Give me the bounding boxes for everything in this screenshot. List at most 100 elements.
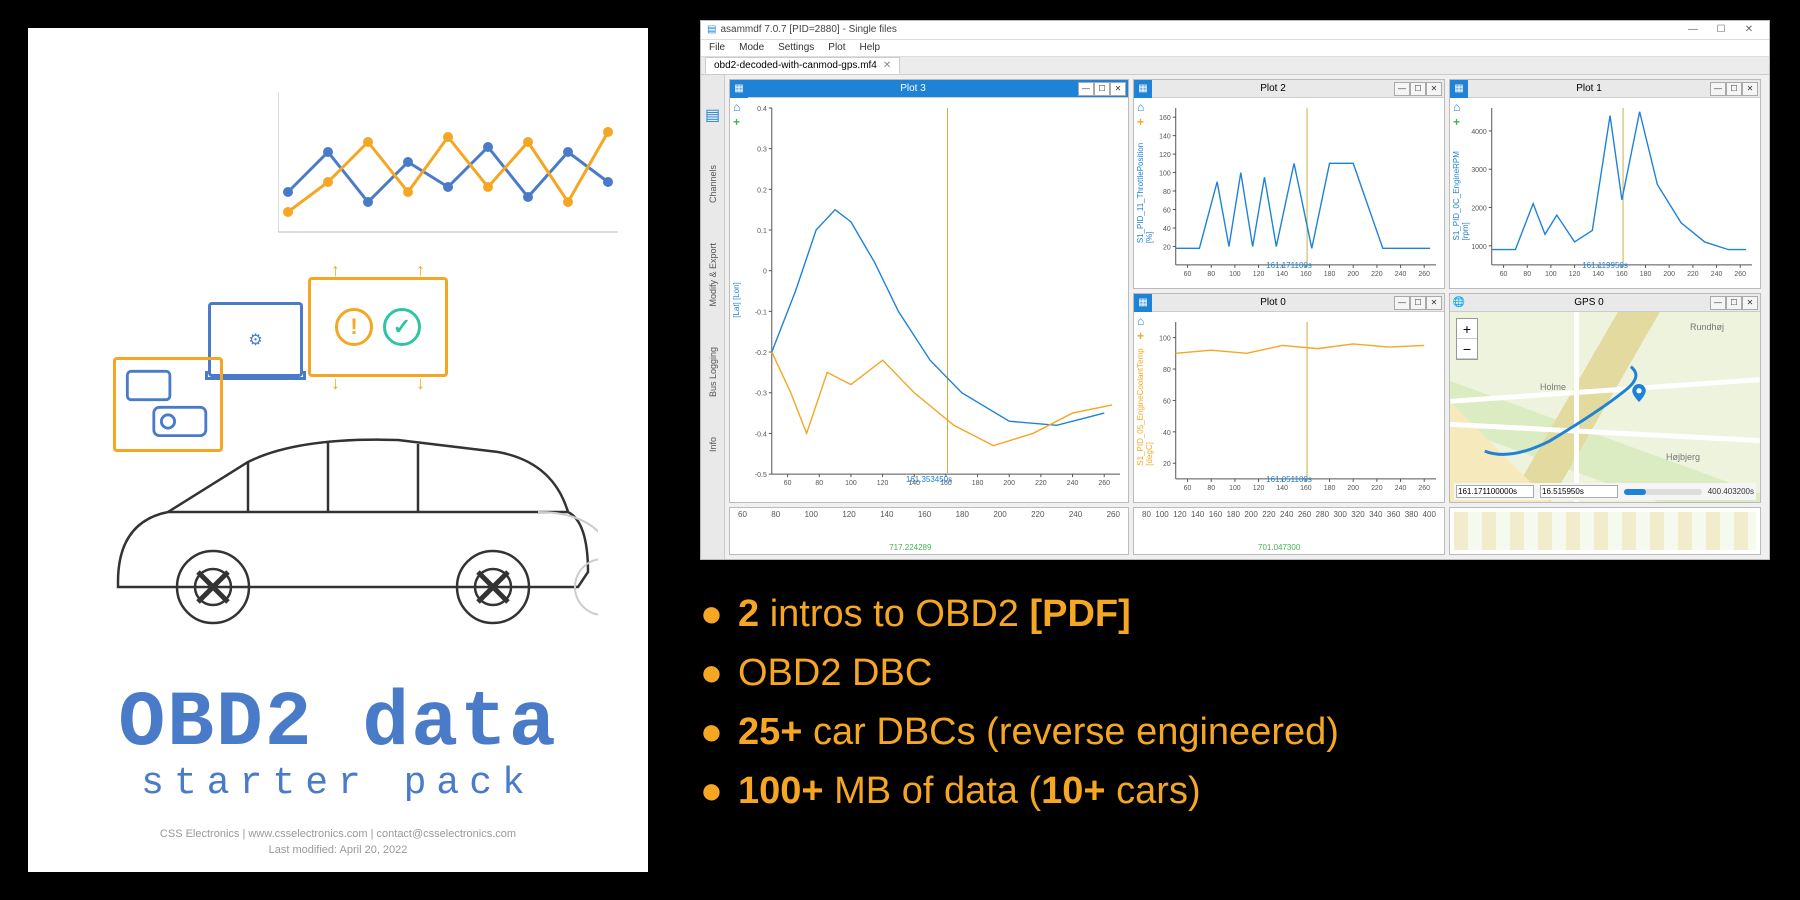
svg-text:20: 20	[1163, 244, 1171, 251]
zoom-out-button[interactable]: −	[1457, 339, 1477, 359]
zoom-in-button[interactable]: +	[1457, 319, 1477, 339]
close-icon[interactable]: ✕	[883, 60, 891, 71]
panel-minimize-button[interactable]: —	[1394, 296, 1410, 310]
gps-time-cursor-input[interactable]	[1540, 485, 1618, 498]
add-icon[interactable]: +	[1137, 330, 1144, 342]
svg-text:100: 100	[1159, 336, 1171, 343]
home-icon[interactable]: ⌂	[733, 101, 740, 113]
overview-thumb-c[interactable]	[1449, 507, 1761, 555]
overview-thumb-a[interactable]: 6080100120140160180200220240260 717.2242…	[729, 507, 1129, 555]
svg-text:100: 100	[1159, 171, 1171, 178]
svg-text:100: 100	[845, 480, 857, 487]
window-titlebar[interactable]: ▤ asammdf 7.0.7 [PID=2880] - Single file…	[701, 21, 1769, 40]
plot1-canvas[interactable]: ⌂+ S1_PID_0C_EngineRPM [rpm] 60801001201…	[1450, 98, 1760, 288]
svg-text:60: 60	[1184, 271, 1192, 278]
checkmark-icon: ✓	[383, 308, 421, 346]
cursor-readout: 161.171100s	[1266, 261, 1312, 270]
sidebar-item-bus-logging[interactable]: Bus Logging	[708, 347, 718, 397]
window-minimize-button[interactable]: —	[1679, 24, 1707, 35]
file-tab[interactable]: obd2-decoded-with-canmod-gps.mf4 ✕	[705, 57, 900, 74]
menu-plot[interactable]: Plot	[828, 42, 845, 53]
svg-text:140: 140	[1276, 485, 1288, 492]
svg-text:3000: 3000	[1471, 167, 1487, 174]
svg-text:60: 60	[1163, 398, 1171, 405]
svg-text:60: 60	[1184, 485, 1192, 492]
feature-bullets: 2 intros to OBD2 [PDF] OBD2 DBC 25+ car …	[700, 585, 1339, 821]
svg-text:140: 140	[1276, 271, 1288, 278]
svg-text:260: 260	[1418, 271, 1430, 278]
panel-grid-icon[interactable]: ▦	[1134, 80, 1152, 98]
panel-minimize-button[interactable]: —	[1394, 82, 1410, 96]
panel-header-plot2[interactable]: ▦ Plot 2 —☐✕	[1134, 80, 1444, 98]
svg-text:0.1: 0.1	[757, 228, 767, 235]
gps-time-start-input[interactable]	[1456, 485, 1534, 498]
svg-text:180: 180	[972, 480, 984, 487]
svg-text:120: 120	[1253, 485, 1265, 492]
panel-minimize-button[interactable]: —	[1710, 82, 1726, 96]
panel-minimize-button[interactable]: —	[1078, 82, 1094, 96]
panel-maximize-button[interactable]: ☐	[1410, 296, 1426, 310]
svg-text:240: 240	[1067, 480, 1079, 487]
svg-text:240: 240	[1395, 271, 1407, 278]
panel-header-plot3[interactable]: ▦ Plot 3 — ☐ ✕	[730, 80, 1128, 98]
panel-close-button[interactable]: ✕	[1426, 296, 1442, 310]
sidebar-item-channels[interactable]: Channels	[708, 165, 718, 203]
panel-close-button[interactable]: ✕	[1742, 82, 1758, 96]
bullet-item: 100+ MB of data (10+ cars)	[700, 762, 1339, 821]
add-icon[interactable]: +	[1453, 116, 1460, 128]
panel-maximize-button[interactable]: ☐	[1726, 296, 1742, 310]
plot3-canvas[interactable]: ⌂ + [Lat] [Lon] 608010012014016018020022…	[730, 98, 1128, 502]
panel-header-plot0[interactable]: ▦ Plot 0 —☐✕	[1134, 294, 1444, 312]
panel-close-button[interactable]: ✕	[1742, 296, 1758, 310]
home-icon[interactable]: ⌂	[1453, 101, 1460, 113]
panel-grid-icon[interactable]: ▦	[1450, 80, 1468, 98]
menu-mode[interactable]: Mode	[739, 42, 764, 53]
globe-icon[interactable]: 🌐	[1450, 294, 1468, 312]
menu-file[interactable]: File	[709, 42, 725, 53]
panel-grid-icon[interactable]: ▦	[1134, 294, 1152, 312]
plot0-canvas[interactable]: ⌂+ S1_PID_05_EngineCoolantTemp [degC] 60…	[1134, 312, 1444, 502]
svg-text:200: 200	[1347, 271, 1359, 278]
svg-text:100: 100	[1545, 271, 1557, 278]
panel-maximize-button[interactable]: ☐	[1094, 82, 1110, 96]
gps-map[interactable]: Rundhøj Holme Højbjerg + −	[1450, 312, 1760, 502]
panel-header-gps[interactable]: 🌐 GPS 0 —☐✕	[1450, 294, 1760, 312]
map-pin-icon	[1630, 384, 1648, 402]
svg-text:140: 140	[1159, 134, 1171, 141]
svg-text:100: 100	[1229, 271, 1241, 278]
add-icon[interactable]: +	[1137, 116, 1144, 128]
panel-close-button[interactable]: ✕	[1426, 82, 1442, 96]
cover-illustration: ↑ ↑ ↓ ↓ ! ✓ ⚙	[58, 52, 618, 694]
thumb-cursor: 717.224289	[889, 543, 931, 552]
panel-maximize-button[interactable]: ☐	[1410, 82, 1426, 96]
menu-help[interactable]: Help	[860, 42, 881, 53]
menu-settings[interactable]: Settings	[778, 42, 814, 53]
svg-text:60: 60	[784, 480, 792, 487]
svg-text:60: 60	[1500, 271, 1508, 278]
panel-maximize-button[interactable]: ☐	[1726, 82, 1742, 96]
file-tab-label: obd2-decoded-with-canmod-gps.mf4	[714, 60, 877, 71]
svg-text:180: 180	[1324, 485, 1336, 492]
svg-text:120: 120	[1569, 271, 1581, 278]
add-icon[interactable]: +	[733, 116, 740, 128]
plot-panel-0: ▦ Plot 0 —☐✕ ⌂+ S1_PID_05_EngineCoolantT…	[1133, 293, 1445, 503]
window-close-button[interactable]: ✕	[1735, 24, 1763, 35]
plot2-canvas[interactable]: ⌂+ S1_PID_11_ThrottlePosition [%] 608010…	[1134, 98, 1444, 288]
overview-thumb-b[interactable]: 8010012014016018020022024026028030032034…	[1133, 507, 1445, 555]
plot-tools: ⌂ +	[733, 101, 740, 128]
sidebar-icon[interactable]: ▤	[705, 105, 720, 125]
panel-grid-icon[interactable]: ▦	[730, 80, 748, 98]
sidebar-item-info[interactable]: Info	[708, 437, 718, 452]
gps-time-slider[interactable]	[1624, 489, 1702, 495]
home-icon[interactable]: ⌂	[1137, 101, 1144, 113]
sidebar-item-modify-export[interactable]: Modify & Export	[708, 243, 718, 307]
panel-minimize-button[interactable]: —	[1710, 296, 1726, 310]
panel-header-plot1[interactable]: ▦ Plot 1 —☐✕	[1450, 80, 1760, 98]
home-icon[interactable]: ⌂	[1137, 315, 1144, 327]
panel-close-button[interactable]: ✕	[1110, 82, 1126, 96]
gps-panel: 🌐 GPS 0 —☐✕ Rundhøj Holme Højbjerg	[1449, 293, 1761, 503]
svg-text:-0.3: -0.3	[755, 391, 767, 398]
window-maximize-button[interactable]: ☐	[1707, 24, 1735, 35]
plot-panel-1: ▦ Plot 1 —☐✕ ⌂+ S1_PID_0C_EngineRPM [rpm…	[1449, 79, 1761, 289]
bullet-item: OBD2 DBC	[700, 644, 1339, 703]
